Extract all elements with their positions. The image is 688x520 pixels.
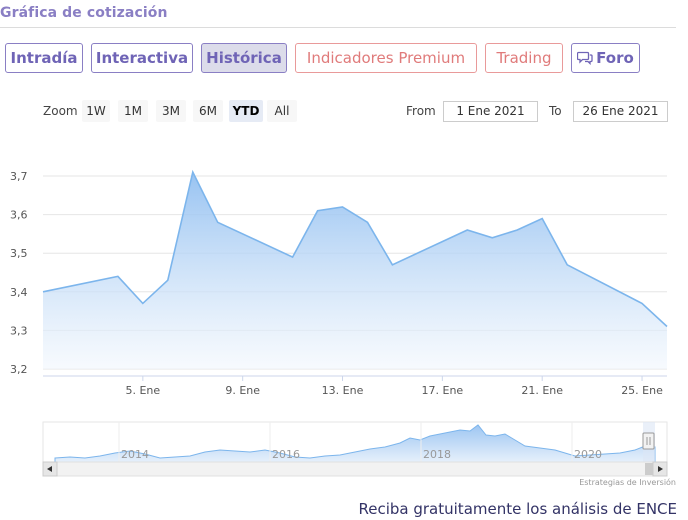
navigator-scrollbar[interactable] bbox=[42, 461, 668, 477]
y-tick-label: 3,6 bbox=[10, 209, 28, 222]
tab-foro[interactable]: Foro bbox=[571, 43, 640, 73]
title-divider bbox=[0, 27, 676, 28]
navigator-year-label: 2020 bbox=[574, 448, 602, 461]
tab-foro-label: Foro bbox=[596, 49, 634, 67]
navigator[interactable]: 2014 2016 2018 2020 bbox=[42, 421, 668, 477]
zoom-label: Zoom bbox=[43, 104, 78, 118]
x-tick-label: 5. Ene bbox=[125, 384, 160, 397]
zoom-all-button[interactable]: All bbox=[267, 100, 297, 122]
chart-credit[interactable]: Estrategias de Inversión bbox=[579, 478, 676, 487]
tab-indicadores-premium[interactable]: Indicadores Premium bbox=[295, 43, 477, 73]
x-tick-label: 9. Ene bbox=[225, 384, 260, 397]
x-axis: 5. Ene 9. Ene 13. Ene 17. Ene 21. Ene 25. Ene bbox=[125, 376, 663, 397]
x-tick-label: 13. Ene bbox=[322, 384, 364, 397]
navigator-year-label: 2016 bbox=[272, 448, 300, 461]
zoom-ytd-button[interactable]: YTD bbox=[229, 100, 263, 122]
zoom-6m-button[interactable]: 6M bbox=[193, 100, 223, 122]
promo-text[interactable]: Reciba gratuitamente los análisis de ENC… bbox=[359, 500, 678, 518]
zoom-3m-button[interactable]: 3M bbox=[156, 100, 186, 122]
chat-bubbles-icon bbox=[577, 51, 593, 65]
y-tick-label: 3,4 bbox=[10, 286, 28, 299]
y-tick-label: 3,2 bbox=[10, 363, 28, 376]
page-title: Gráfica de cotización bbox=[0, 5, 168, 21]
range-to-input[interactable]: 26 Ene 2021 bbox=[573, 101, 668, 122]
zoom-1m-button[interactable]: 1M bbox=[118, 100, 148, 122]
navigator-year-label: 2018 bbox=[423, 448, 451, 461]
range-to-label: To bbox=[549, 104, 562, 118]
x-tick-label: 25. Ene bbox=[621, 384, 663, 397]
tab-trading[interactable]: Trading bbox=[485, 43, 563, 73]
y-tick-label: 3,7 bbox=[10, 170, 28, 183]
x-tick-label: 21. Ene bbox=[521, 384, 563, 397]
range-from-input[interactable]: 1 Ene 2021 bbox=[443, 101, 538, 122]
tab-historica[interactable]: Histórica bbox=[201, 43, 287, 73]
price-chart: 3,2 3,3 3,4 3,5 3,6 3,7 5. Ene 9. Ene 13. Ene 17… bbox=[10, 169, 668, 477]
y-tick-label: 3,5 bbox=[10, 247, 28, 260]
navigator-handle-right[interactable] bbox=[642, 432, 655, 450]
x-tick-label: 17. Ene bbox=[422, 384, 464, 397]
tab-interactiva[interactable]: Interactiva bbox=[91, 43, 193, 73]
tab-intradia[interactable]: Intradía bbox=[5, 43, 83, 73]
price-area bbox=[43, 172, 667, 369]
y-tick-label: 3,3 bbox=[10, 324, 28, 337]
range-from-label: From bbox=[406, 104, 436, 118]
zoom-1w-button[interactable]: 1W bbox=[82, 100, 110, 122]
y-axis: 3,2 3,3 3,4 3,5 3,6 3,7 bbox=[10, 170, 28, 376]
navigator-year-label: 2014 bbox=[121, 448, 149, 461]
